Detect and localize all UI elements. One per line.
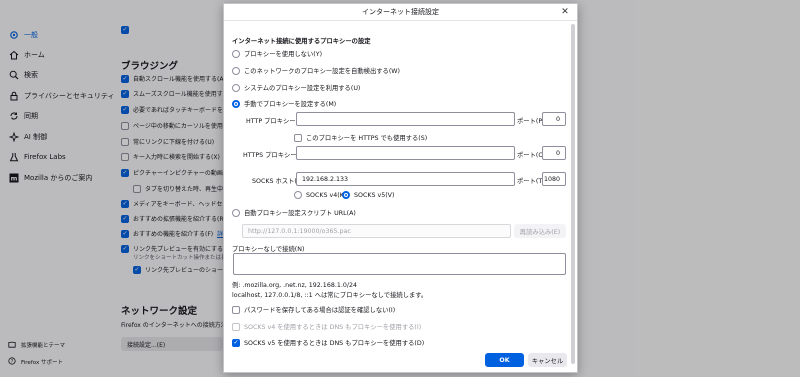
- https-same-proxy-row[interactable]: このプロキシーを HTTPS でも使用する(S): [294, 133, 427, 142]
- option-label: このネットワークのプロキシー設定を自動検出する(W): [244, 68, 400, 75]
- option-label: このプロキシーを HTTPS でも使用する(S): [306, 135, 428, 142]
- https-port-input[interactable]: 0: [542, 146, 566, 160]
- connection-settings-dialog: インターネット接続設定 ✕ インターネット接続に使用するプロキシーの設定 プロキ…: [223, 3, 578, 373]
- no-proxy-example-1: 例: .mozilla.org, .net.nz, 192.168.1.0/24: [232, 282, 357, 289]
- autoconfig-url-input[interactable]: http://127.0.0.1:19000/o365.pac: [242, 224, 511, 238]
- option-label: SOCKS v5(V): [354, 191, 395, 199]
- proxy-section-label: インターネット接続に使用するプロキシーの設定: [232, 38, 371, 45]
- scrollbar-thumb[interactable]: [571, 24, 575, 364]
- socks5-dns-row[interactable]: SOCKS v5 を使用するときは DNS もプロキシーを使用する(D): [232, 338, 424, 347]
- option-label: SOCKS v5 を使用するときは DNS もプロキシーを使用する(D): [244, 340, 425, 347]
- dialog-title: インターネット接続設定: [224, 4, 577, 21]
- socks-port-label: ポート(T): [517, 178, 545, 185]
- http-proxy-input[interactable]: [296, 112, 515, 126]
- ok-button[interactable]: OK: [485, 353, 524, 367]
- socks-v5-option[interactable]: SOCKS v5(V): [342, 191, 394, 199]
- http-port-input[interactable]: 0: [542, 112, 566, 126]
- socks-port-input[interactable]: 1080: [542, 172, 566, 186]
- proxy-option-autodetect[interactable]: このネットワークのプロキシー設定を自動検出する(W): [232, 66, 400, 75]
- socks4-dns-row: SOCKS v4 を使用するときは DNS もプロキシーを使用する(I): [232, 322, 421, 331]
- close-icon[interactable]: ✕: [560, 7, 570, 17]
- cancel-button[interactable]: キャンセル: [528, 353, 567, 367]
- radio[interactable]: [342, 191, 350, 199]
- proxy-option-autoconfig[interactable]: 自動プロキシー設定スクリプト URL(A): [232, 208, 356, 217]
- no-proxy-label: プロキシーなしで接続(N): [232, 246, 305, 253]
- radio[interactable]: [232, 208, 240, 217]
- http-port-label: ポート(P): [517, 118, 545, 125]
- option-label: 自動プロキシー設定スクリプト URL(A): [244, 210, 356, 217]
- checkbox[interactable]: [232, 305, 240, 314]
- option-label: 手動でプロキシーを設定する(M): [244, 101, 337, 108]
- proxy-option-system[interactable]: システムのプロキシー設定を利用する(U): [232, 83, 360, 92]
- option-label: SOCKS v4(K): [306, 191, 347, 199]
- reload-button[interactable]: 再読み込み(E): [514, 224, 566, 238]
- proxy-option-manual[interactable]: 手動でプロキシーを設定する(M): [232, 99, 336, 108]
- radio[interactable]: [232, 83, 240, 92]
- option-label: プロキシーを使用しない(Y): [244, 51, 323, 58]
- no-auth-prompt-row[interactable]: パスワードを保存してある場合は認証を確認しない(I): [232, 305, 395, 314]
- option-label: SOCKS v4 を使用するときは DNS もプロキシーを使用する(I): [244, 324, 422, 331]
- socks-host-input[interactable]: 192.168.2.133: [296, 172, 515, 186]
- option-label: システムのプロキシー設定を利用する(U): [244, 85, 361, 92]
- radio[interactable]: [232, 66, 240, 75]
- https-proxy-input[interactable]: [296, 146, 515, 160]
- no-proxy-textarea[interactable]: [233, 253, 566, 275]
- radio[interactable]: [294, 191, 302, 199]
- checkbox: [232, 322, 240, 331]
- checkbox[interactable]: [294, 133, 302, 142]
- dialog-scrollbar[interactable]: [571, 24, 575, 370]
- no-proxy-example-2: localhost, 127.0.0.1/8, ::1 へは常にプロキシーなしで…: [232, 292, 428, 299]
- option-label: パスワードを保存してある場合は認証を確認しない(I): [244, 307, 396, 314]
- radio[interactable]: [232, 99, 240, 108]
- radio[interactable]: [232, 49, 240, 58]
- socks-v4-option[interactable]: SOCKS v4(K): [294, 191, 346, 199]
- proxy-option-none[interactable]: プロキシーを使用しない(Y): [232, 49, 322, 58]
- checkbox[interactable]: [232, 338, 240, 347]
